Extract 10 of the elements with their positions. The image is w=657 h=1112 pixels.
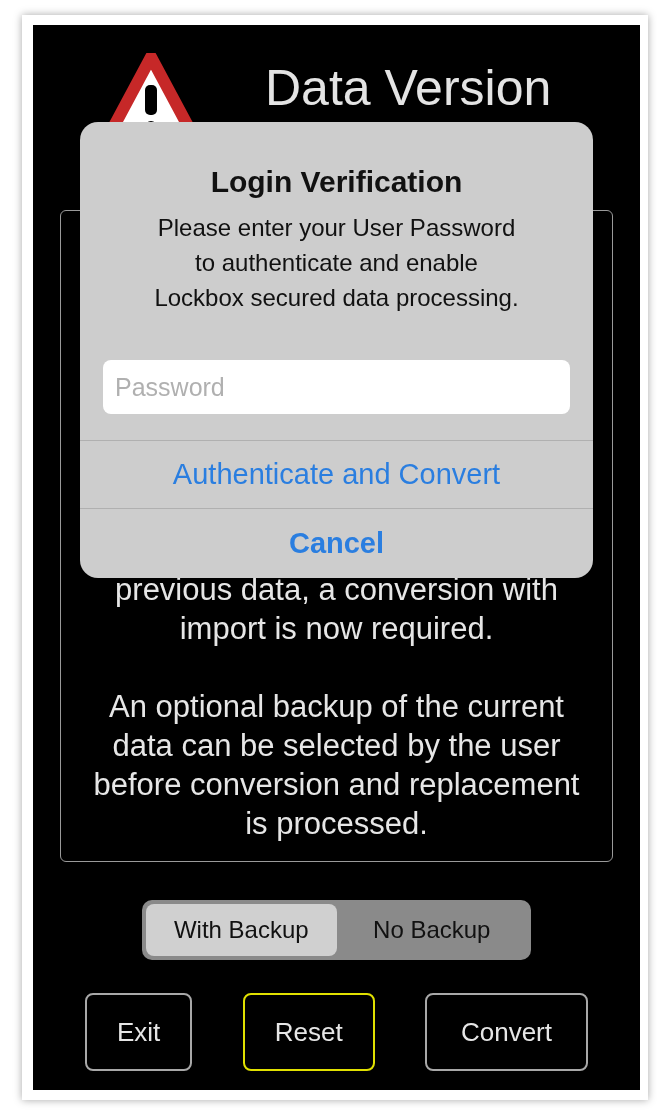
action-button[interactable]: Exit [85, 993, 193, 1071]
screen-title: Data Version [265, 59, 552, 118]
password-field[interactable]: Password [103, 360, 570, 414]
action-button[interactable]: Reset [242, 993, 375, 1071]
segment[interactable]: With Backup [146, 904, 337, 956]
dialog-message: Please enter your User Password to authenticate and enable Lockbox secured data processing. [153, 213, 520, 313]
notice-text: An optional backup of the current data can be selected by the user before conversion and replacement is processed. [93, 688, 580, 843]
segment[interactable]: No Backup [336, 904, 527, 956]
dialog-title: Login Verification [209, 164, 464, 200]
action-button[interactable]: Convert [425, 993, 588, 1071]
